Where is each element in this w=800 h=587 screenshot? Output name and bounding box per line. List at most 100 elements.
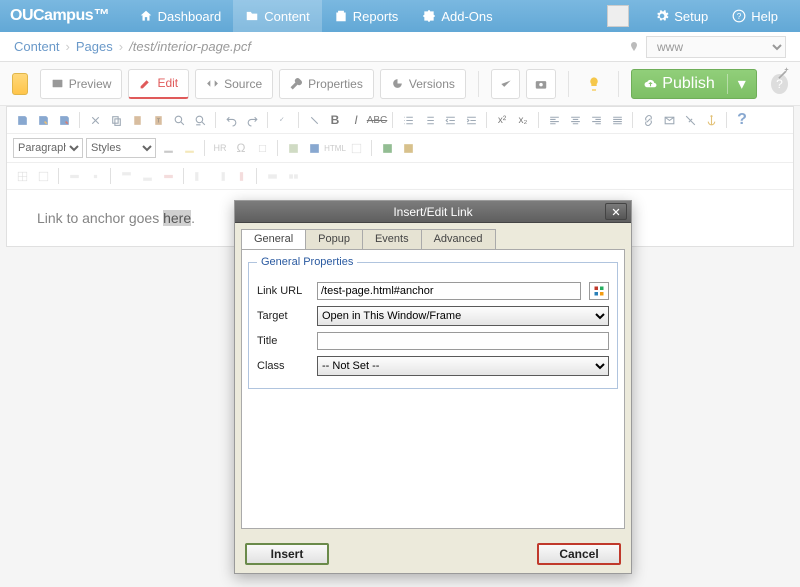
align-left-icon[interactable]	[545, 111, 563, 129]
avatar[interactable]	[607, 5, 629, 27]
top-nav: OUCampus™ Dashboard Content Reports Add-…	[0, 0, 800, 32]
asset-icon[interactable]	[399, 139, 417, 157]
fontcolor-icon[interactable]	[159, 139, 177, 157]
dialog-tabs: General Popup Events Advanced	[235, 223, 631, 249]
tab-properties[interactable]: Properties	[279, 69, 374, 99]
cell-props-icon[interactable]	[86, 167, 104, 185]
wand-button[interactable]	[776, 66, 794, 84]
strike-icon[interactable]: ABC	[368, 111, 386, 129]
cancel-button[interactable]: Cancel	[537, 543, 621, 565]
input-url[interactable]	[317, 282, 581, 300]
redo-icon[interactable]	[243, 111, 261, 129]
nav-content-label: Content	[264, 9, 310, 24]
label-url: Link URL	[257, 285, 309, 297]
checked-out-indicator[interactable]	[581, 69, 607, 99]
select-class[interactable]: -- Not Set --	[317, 356, 609, 376]
split-cells-icon[interactable]	[284, 167, 302, 185]
dialog-tab-advanced[interactable]: Advanced	[421, 229, 496, 249]
bgcolor-icon[interactable]	[180, 139, 198, 157]
charmap-icon[interactable]: Ω	[232, 139, 250, 157]
row-before-icon[interactable]	[117, 167, 135, 185]
media-icon[interactable]	[305, 139, 323, 157]
cleanup-icon[interactable]	[253, 139, 271, 157]
replace-icon[interactable]	[191, 111, 209, 129]
publish-button[interactable]: Publish ▾	[631, 69, 757, 99]
nav-content[interactable]: Content	[233, 0, 322, 32]
tab-versions[interactable]: Versions	[380, 69, 466, 99]
styles-select[interactable]: Styles	[86, 138, 156, 158]
tab-preview[interactable]: Preview	[40, 69, 123, 99]
undo-icon[interactable]	[222, 111, 240, 129]
nav-dashboard[interactable]: Dashboard	[127, 0, 234, 32]
align-justify-icon[interactable]	[608, 111, 626, 129]
html-icon[interactable]: HTML	[326, 139, 344, 157]
browse-button[interactable]	[589, 282, 609, 300]
paste-text-icon[interactable]: T	[149, 111, 167, 129]
publish-caret[interactable]: ▾	[727, 74, 756, 94]
dialog-tab-popup[interactable]: Popup	[305, 229, 363, 249]
cut-icon[interactable]	[86, 111, 104, 129]
ol-icon[interactable]	[420, 111, 438, 129]
sup-icon[interactable]: x²	[493, 111, 511, 129]
dialog-footer: Insert Cancel	[235, 535, 631, 573]
revert-icon[interactable]	[55, 111, 73, 129]
outdent-icon[interactable]	[441, 111, 459, 129]
tab-source[interactable]: Source	[195, 69, 273, 99]
unlink-icon[interactable]	[681, 111, 699, 129]
paste-icon[interactable]	[128, 111, 146, 129]
find-icon[interactable]	[170, 111, 188, 129]
snippet-icon[interactable]	[378, 139, 396, 157]
dialog-tab-events[interactable]: Events	[362, 229, 422, 249]
nav-setup[interactable]: Setup	[643, 0, 720, 32]
copy-icon[interactable]	[107, 111, 125, 129]
table-delete-icon[interactable]	[34, 167, 52, 185]
dialog-tab-general[interactable]: General	[241, 229, 306, 249]
crumb-content[interactable]: Content	[14, 39, 60, 54]
site-select[interactable]: www	[646, 36, 786, 58]
row-delete-icon[interactable]	[159, 167, 177, 185]
format-select[interactable]: Paragraph	[13, 138, 83, 158]
indent-icon[interactable]	[462, 111, 480, 129]
align-center-icon[interactable]	[566, 111, 584, 129]
nav-addons[interactable]: Add-Ons	[410, 0, 504, 32]
col-before-icon[interactable]	[190, 167, 208, 185]
save-icon[interactable]	[13, 111, 31, 129]
mailto-icon[interactable]	[660, 111, 678, 129]
col-delete-icon[interactable]	[232, 167, 250, 185]
sub-icon[interactable]: x₂	[514, 111, 532, 129]
merge-cells-icon[interactable]	[263, 167, 281, 185]
editor-toolbar-row-3	[7, 163, 793, 190]
col-after-icon[interactable]	[211, 167, 229, 185]
check-button[interactable]	[491, 69, 521, 99]
page-toolbar: Preview Edit Source Properties Versions …	[0, 62, 800, 106]
image-icon[interactable]	[284, 139, 302, 157]
row-props-icon[interactable]	[65, 167, 83, 185]
save-as-icon[interactable]	[34, 111, 52, 129]
table-insert-icon[interactable]	[13, 167, 31, 185]
anchor-icon[interactable]	[702, 111, 720, 129]
bold-icon[interactable]: B	[326, 111, 344, 129]
help-icon-toolbar[interactable]: ?	[733, 111, 751, 129]
camera-button[interactable]	[526, 69, 556, 99]
nav-help[interactable]: ? Help	[720, 0, 790, 32]
ul-icon[interactable]	[399, 111, 417, 129]
align-right-icon[interactable]	[587, 111, 605, 129]
hr-icon[interactable]: HR	[211, 139, 229, 157]
input-title[interactable]	[317, 332, 609, 350]
italic-icon[interactable]: I	[347, 111, 365, 129]
row-after-icon[interactable]	[138, 167, 156, 185]
insert-button[interactable]: Insert	[245, 543, 329, 565]
select-target[interactable]: Open in This Window/Frame	[317, 306, 609, 326]
dialog-close-button[interactable]	[605, 203, 627, 220]
spellcheck-icon[interactable]: ✓	[274, 111, 292, 129]
dialog-titlebar[interactable]: Insert/Edit Link	[235, 201, 631, 223]
nav-reports[interactable]: Reports	[322, 0, 411, 32]
tab-edit[interactable]: Edit	[128, 69, 189, 99]
clear-format-icon[interactable]	[305, 111, 323, 129]
link-icon[interactable]	[639, 111, 657, 129]
codeblock-icon[interactable]	[347, 139, 365, 157]
general-properties-fieldset: General Properties Link URL Target Open …	[248, 256, 618, 389]
divider	[478, 71, 479, 97]
crumb-pages[interactable]: Pages	[76, 39, 113, 54]
puzzle-icon	[422, 9, 436, 23]
